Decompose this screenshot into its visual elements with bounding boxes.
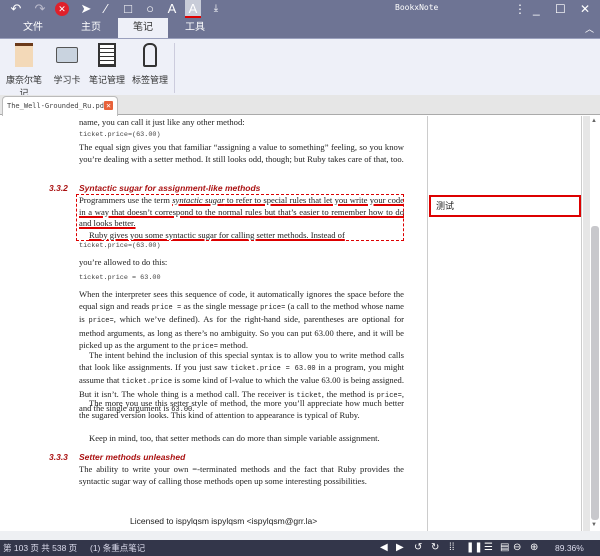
tag-manager-label: 标签管理 xyxy=(131,75,168,85)
zoom-level: 89.36% xyxy=(555,543,584,553)
zoom-in-icon[interactable]: ⊕ xyxy=(530,540,538,556)
document-tab[interactable]: The_Well-Grounded_Ru.pdf ✕ xyxy=(2,96,118,116)
close-tab-icon[interactable]: ✕ xyxy=(104,101,113,110)
code: ticket.price = 63.00 xyxy=(230,364,316,373)
note-manager-label: 笔记管理 xyxy=(88,75,125,85)
pdf-page[interactable]: name, you can call it just like any othe… xyxy=(0,116,428,531)
notebook-icon xyxy=(15,43,33,67)
section-heading: Syntactic sugar for assignment-like meth… xyxy=(79,183,261,193)
rotate-left-icon[interactable]: ↺ xyxy=(414,540,422,556)
more-icon[interactable]: ⋮ xyxy=(514,0,526,18)
grid-view-icon[interactable]: ⁞⁞ xyxy=(449,540,455,556)
document-tab-label: The_Well-Grounded_Ru.pdf xyxy=(7,102,109,110)
study-card-button[interactable]: 学习卡 xyxy=(52,43,82,86)
code: price = xyxy=(151,303,182,312)
tag-manager-button[interactable]: 标签管理 xyxy=(131,43,169,86)
minimize-button[interactable]: _ xyxy=(533,0,540,18)
close-button[interactable]: ✕ xyxy=(580,0,590,18)
scroll-down-icon[interactable]: ▼ xyxy=(591,522,597,528)
ribbon: 康奈尔笔记 学习卡 笔记管理 标签管理 xyxy=(0,38,600,98)
note-manager-button[interactable]: 笔记管理 xyxy=(88,43,126,86)
zoom-out-icon[interactable]: ⊖ xyxy=(513,540,521,556)
paragraph: Keep in mind, too, that setter methods c… xyxy=(89,433,380,443)
code: price= xyxy=(88,317,114,326)
maximize-button[interactable]: ☐ xyxy=(555,0,566,18)
notepad-icon xyxy=(98,43,116,67)
text-icon[interactable]: A xyxy=(164,0,180,18)
tag-icon xyxy=(143,43,157,67)
section-number: 3.3.2 xyxy=(49,183,68,193)
tab-home[interactable]: 主页 xyxy=(66,18,116,38)
pointer-icon[interactable]: ➤ xyxy=(78,0,94,18)
notes-count[interactable]: (1) 条重点笔记 xyxy=(90,540,145,556)
tab-file[interactable]: 文件 xyxy=(8,18,58,38)
notes-panel: 测试 xyxy=(428,116,582,531)
tab-tools[interactable]: 工具 xyxy=(170,18,220,38)
section-number: 3.3.3 xyxy=(49,452,68,462)
scroll-up-icon[interactable]: ▲ xyxy=(591,118,597,124)
next-page-icon[interactable]: ▶ xyxy=(396,540,404,556)
note-card[interactable]: 测试 xyxy=(429,195,581,217)
cornell-notes-button[interactable]: 康奈尔笔记 xyxy=(4,43,44,99)
status-bar: 第 103 页 共 538 页 (1) 条重点笔记 ◀ ▶ ↺ ↻ ⁞⁞ ❚❚ … xyxy=(0,540,600,556)
license-footer: Licensed to ispylqsm ispylqsm <ispylqsm@… xyxy=(130,516,318,526)
circle-icon[interactable]: ○ xyxy=(142,0,158,18)
two-page-icon[interactable]: ❚❚ xyxy=(466,540,483,556)
title-bar: ↶ ↷ ✕ ➤ ⁄ □ ○ A A ⤓ BookxNote ⋮ _ ☐ ✕ ︿ … xyxy=(0,0,600,38)
vertical-scrollbar[interactable]: ▲ ▼ xyxy=(590,116,600,531)
text: as the single message xyxy=(181,300,261,311)
redo-icon[interactable]: ↷ xyxy=(32,0,48,18)
code-line: ticket.price=(63.00) xyxy=(79,242,161,250)
paragraph: name, you can call it just like any othe… xyxy=(79,117,245,127)
paragraph: The more you use this setter style of me… xyxy=(79,398,404,420)
close-red-icon[interactable]: ✕ xyxy=(55,2,69,16)
paragraph: The equal sign gives you that familiar “… xyxy=(79,142,404,164)
rotate-right-icon[interactable]: ↻ xyxy=(431,540,439,556)
section-heading: Setter methods unleashed xyxy=(79,452,186,462)
text: method. xyxy=(217,339,248,350)
scrollbar-thumb[interactable] xyxy=(591,226,599,520)
single-page-icon[interactable]: ▤ xyxy=(500,540,509,556)
code-line: ticket.price = 63.00 xyxy=(79,274,161,282)
rectangle-icon[interactable]: □ xyxy=(120,0,136,18)
insert-icon[interactable]: ⤓ xyxy=(208,0,224,18)
document-tabstrip: The_Well-Grounded_Ru.pdf ✕ xyxy=(0,95,600,116)
prev-page-icon[interactable]: ◀ xyxy=(380,540,388,556)
code: price= xyxy=(260,303,286,312)
undo-icon[interactable]: ↶ xyxy=(8,0,24,18)
highlight-box[interactable] xyxy=(76,194,404,241)
collapse-ribbon-icon[interactable]: ︿ xyxy=(585,20,594,38)
continuous-icon[interactable]: ☰ xyxy=(484,540,493,556)
page-gap xyxy=(0,531,600,540)
paragraph: When the interpreter sees this sequence … xyxy=(79,289,404,354)
pen-icon[interactable]: ⁄ xyxy=(98,0,114,18)
text-color-icon[interactable]: A xyxy=(185,0,201,18)
ribbon-divider xyxy=(174,43,175,93)
tab-notes[interactable]: 笔记 xyxy=(118,18,168,38)
page-info: 第 103 页 共 538 页 xyxy=(3,543,78,553)
app-title: BookxNote xyxy=(395,3,439,12)
study-card-label: 学习卡 xyxy=(53,75,81,85)
code-line: ticket.price=(63.00) xyxy=(79,131,161,139)
code: ticket.price xyxy=(121,378,173,387)
panel-gutter xyxy=(583,116,590,531)
paragraph: you’re allowed to do this: xyxy=(79,257,168,267)
paragraph: The ability to write your own =-terminat… xyxy=(79,464,404,486)
id-card-icon xyxy=(56,47,78,63)
